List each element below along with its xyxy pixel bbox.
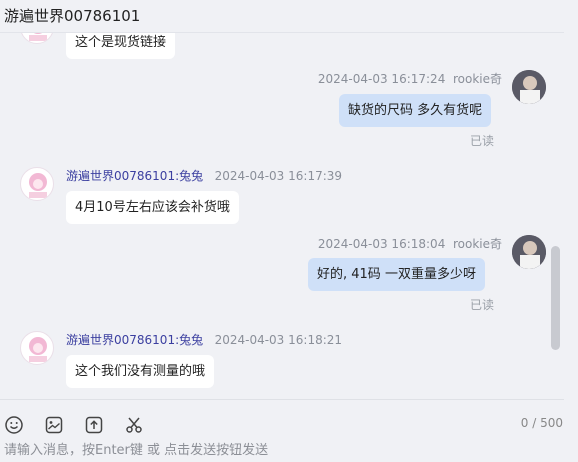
message-sender: rookie奇 bbox=[452, 237, 502, 251]
message-time: 2024-04-03 16:18:21 bbox=[214, 333, 343, 347]
message-time: 2024-04-03 16:17:39 bbox=[214, 169, 343, 183]
message-meta: 2024-04-03 16:18:04 rookie奇 bbox=[318, 235, 502, 252]
message-bubble[interactable]: 4月10号左右应该会补货哦 bbox=[66, 191, 239, 224]
message-sender: 游遍世界00786101:兔兔 bbox=[66, 333, 204, 347]
message-bubble[interactable]: 缺货的尺码 多久有货呢 bbox=[339, 94, 492, 127]
message-meta: 游遍世界00786101:兔兔 2024-04-03 16:17:39 bbox=[66, 167, 342, 184]
message-bubble[interactable]: 这个我们没有测量的哦 bbox=[66, 355, 215, 388]
scrollbar-thumb[interactable] bbox=[551, 246, 560, 350]
message-bubble[interactable]: 这个是现货链接 bbox=[66, 33, 176, 59]
chat-title: 游遍世界00786101 bbox=[4, 7, 141, 25]
user-avatar[interactable] bbox=[512, 235, 546, 269]
read-status: 已读 bbox=[470, 134, 495, 148]
emoji-icon[interactable] bbox=[4, 415, 24, 435]
message-text: 好的, 41码 一双重量多少呀 bbox=[317, 267, 476, 282]
shop-avatar[interactable] bbox=[20, 33, 54, 44]
read-status: 已读 bbox=[470, 298, 495, 312]
composer-divider bbox=[0, 399, 564, 400]
message-time: 2024-04-03 16:17:24 bbox=[317, 72, 446, 86]
message-sender: 游遍世界00786101:兔兔 bbox=[66, 169, 204, 183]
user-avatar[interactable] bbox=[512, 70, 546, 104]
message-text: 这个是现货链接 bbox=[75, 35, 167, 50]
message-meta: 2024-04-03 16:17:24 rookie奇 bbox=[318, 70, 502, 87]
chat-header: 游遍世界00786101 bbox=[0, 0, 578, 32]
message-input[interactable] bbox=[4, 441, 544, 459]
upload-icon[interactable] bbox=[84, 415, 104, 435]
message-text: 这个我们没有测量的哦 bbox=[75, 364, 206, 379]
message-meta: 游遍世界00786101:兔兔 2024-04-03 16:18:21 bbox=[66, 331, 342, 348]
message-bubble[interactable]: 好的, 41码 一双重量多少呀 bbox=[308, 258, 485, 291]
message-text: 缺货的尺码 多久有货呢 bbox=[348, 103, 483, 118]
message-time: 2024-04-03 16:18:04 bbox=[317, 237, 446, 251]
message-text: 4月10号左右应该会补货哦 bbox=[75, 200, 230, 215]
shop-avatar[interactable] bbox=[20, 167, 54, 201]
char-counter: 0 / 500 bbox=[520, 416, 563, 430]
image-icon[interactable] bbox=[44, 415, 64, 435]
message-list[interactable]: 这个是现货链接 2024-04-03 16:17:24 rookie奇 缺货的尺… bbox=[0, 33, 578, 399]
shop-avatar[interactable] bbox=[20, 331, 54, 365]
scissors-icon[interactable] bbox=[124, 415, 144, 435]
message-sender: rookie奇 bbox=[452, 72, 502, 86]
